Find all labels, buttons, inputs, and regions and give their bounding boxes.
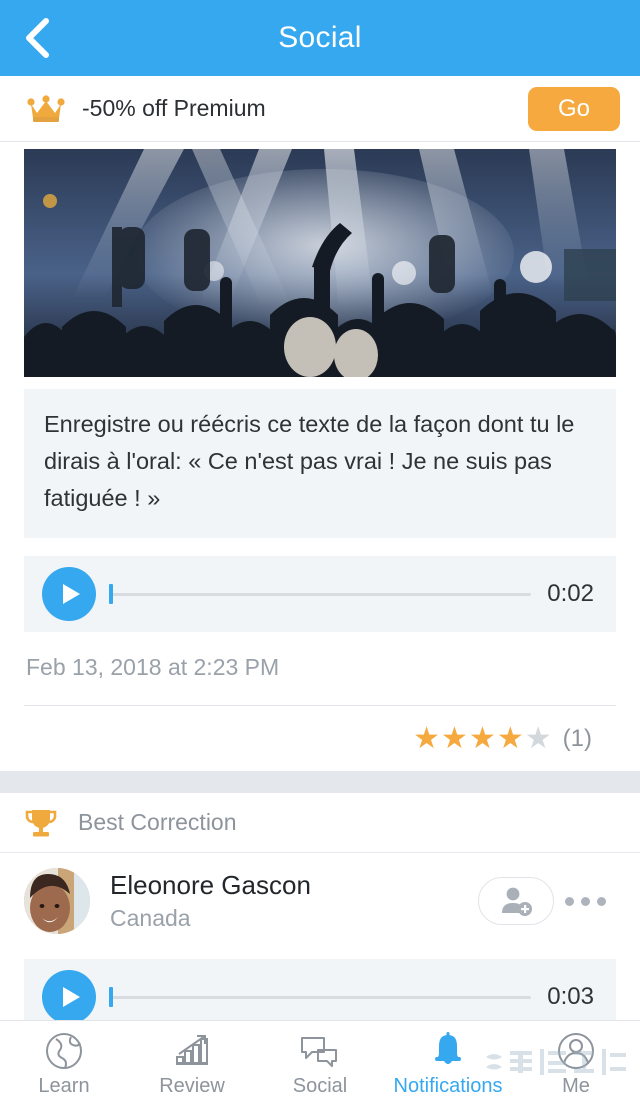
seek-track bbox=[112, 996, 532, 999]
tab-icon-wrap bbox=[555, 1031, 597, 1071]
bell-icon bbox=[435, 1031, 461, 1064]
speech-bubbles-icon bbox=[301, 1036, 337, 1067]
crown-icon-wrap bbox=[20, 94, 72, 124]
add-person-icon bbox=[502, 887, 532, 916]
seek-handle[interactable] bbox=[109, 584, 113, 604]
add-friend-button[interactable] bbox=[478, 877, 554, 925]
promo-text: -50% off Premium bbox=[82, 95, 266, 121]
best-correction-label: Best Correction bbox=[78, 809, 237, 835]
tab-learn[interactable]: Learn bbox=[0, 1021, 128, 1103]
play-icon bbox=[63, 987, 80, 1007]
star-filled[interactable]: ★ bbox=[469, 723, 496, 754]
more-horizontal-icon bbox=[564, 896, 574, 906]
post-audio-player[interactable]: 0:02 bbox=[24, 556, 616, 632]
tab-label-social: Social bbox=[292, 1074, 348, 1097]
play-button[interactable] bbox=[42, 567, 96, 621]
bottom-tab-bar: Learn Review Social Notifications Me bbox=[0, 1020, 640, 1103]
tab-label-notifications: Notifications bbox=[393, 1074, 503, 1097]
page-title: Social bbox=[278, 21, 362, 54]
seek-bar[interactable] bbox=[106, 987, 532, 1007]
rating-row: ★ ★ ★ ★ ★ (1) bbox=[24, 705, 616, 771]
app-screen: Social -50% off Premium Go Enregistre ou… bbox=[0, 0, 640, 1103]
post-card: Enregistre ou réécris ce texte de la faç… bbox=[0, 149, 640, 771]
chevron-left-icon bbox=[26, 18, 49, 58]
tab-label-review: Review bbox=[159, 1074, 225, 1097]
tab-icon-wrap bbox=[171, 1031, 213, 1071]
audio-duration: 0:03 bbox=[547, 983, 594, 1010]
star-rating[interactable]: ★ ★ ★ ★ ★ bbox=[413, 723, 552, 754]
tab-icon-wrap bbox=[43, 1031, 85, 1071]
user-meta: Eleonore Gascon Canada bbox=[90, 868, 478, 934]
more-horizontal-icon bbox=[596, 896, 606, 906]
person-circle-icon bbox=[558, 1032, 594, 1069]
concert-photo-graphic bbox=[24, 149, 616, 377]
star-filled[interactable]: ★ bbox=[413, 723, 440, 754]
correction-user-row[interactable]: Eleonore Gascon Canada bbox=[24, 853, 616, 941]
tab-icon-wrap bbox=[427, 1031, 469, 1071]
avatar[interactable] bbox=[24, 868, 90, 934]
tab-label-learn: Learn bbox=[38, 1074, 90, 1097]
post-timestamp: Feb 13, 2018 at 2:23 PM bbox=[26, 654, 280, 680]
post-image bbox=[24, 149, 616, 377]
play-icon bbox=[63, 584, 80, 604]
crown-icon bbox=[27, 94, 65, 122]
star-filled[interactable]: ★ bbox=[497, 723, 524, 754]
tab-review[interactable]: Review bbox=[128, 1021, 256, 1103]
user-country: Canada bbox=[110, 905, 191, 931]
best-correction-header: Best Correction bbox=[0, 793, 640, 853]
promo-banner[interactable]: -50% off Premium Go bbox=[0, 76, 640, 142]
navigation-header: Social bbox=[0, 0, 640, 76]
tab-icon-wrap bbox=[298, 1031, 342, 1071]
more-options-button[interactable] bbox=[554, 896, 616, 906]
audio-duration: 0:02 bbox=[547, 580, 594, 607]
user-name: Eleonore Gascon bbox=[110, 870, 311, 900]
promo-go-button[interactable]: Go bbox=[528, 86, 620, 131]
seek-track bbox=[112, 593, 532, 596]
play-button[interactable] bbox=[42, 970, 96, 1024]
tab-social[interactable]: Social bbox=[256, 1021, 384, 1103]
prompt-text: Enregistre ou réécris ce texte de la faç… bbox=[24, 389, 616, 538]
user-avatar-photo bbox=[24, 868, 90, 934]
seek-bar[interactable] bbox=[106, 584, 532, 604]
rating-count: (1) bbox=[562, 724, 592, 752]
globe-icon bbox=[46, 1032, 82, 1069]
seek-handle[interactable] bbox=[109, 987, 113, 1007]
more-horizontal-icon bbox=[580, 896, 590, 906]
star-empty[interactable]: ★ bbox=[525, 723, 552, 754]
tab-label-me: Me bbox=[562, 1074, 590, 1097]
tab-me[interactable]: Me bbox=[512, 1021, 640, 1103]
correction-block: Eleonore Gascon Canada 0:03 bbox=[0, 853, 640, 1035]
back-button[interactable] bbox=[0, 0, 74, 76]
star-filled[interactable]: ★ bbox=[441, 723, 468, 754]
trophy-icon bbox=[25, 809, 57, 836]
section-divider bbox=[0, 771, 640, 793]
tab-notifications[interactable]: Notifications bbox=[384, 1021, 512, 1103]
bar-chart-arrow-icon bbox=[176, 1034, 208, 1065]
